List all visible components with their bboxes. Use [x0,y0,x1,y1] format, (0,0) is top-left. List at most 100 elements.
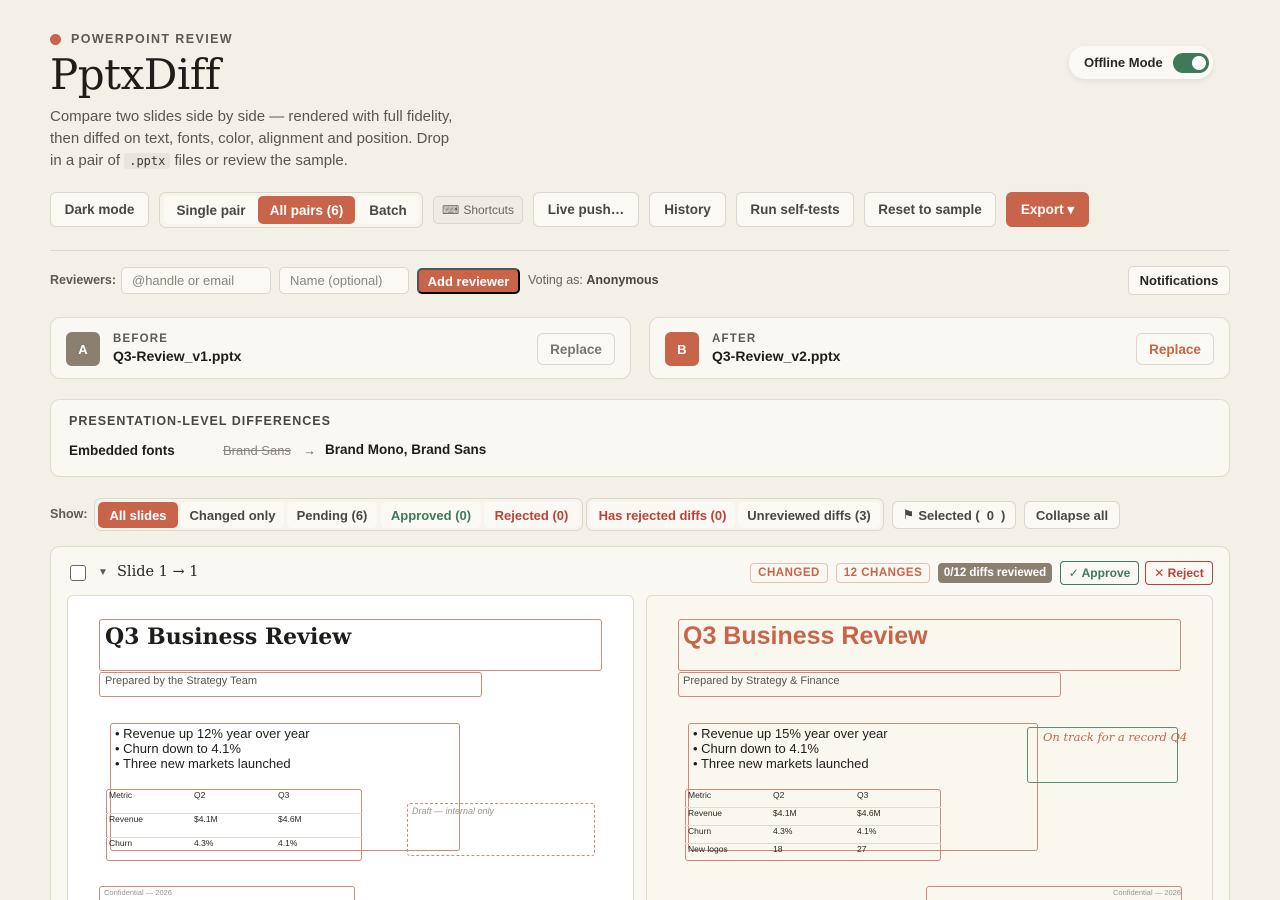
selected-button[interactable]: ⚑ Selected ( 0 ) [892,501,1016,529]
table-cell: Revenue [688,808,723,818]
diff-arrow-icon: → [303,443,316,458]
approve-button[interactable]: ✓ Approve [1060,561,1139,585]
table-cell: $4.1M [194,814,218,824]
toggle-switch-icon[interactable] [1172,52,1209,73]
keyboard-icon: ⌨ [441,203,460,217]
all-pairs-tab[interactable]: All pairs (6) [258,196,355,224]
selected-count: 0 [986,507,994,523]
shortcuts-button[interactable]: ⌨ Shortcuts [433,196,523,224]
after-filename: Q3-Review_v2.pptx [712,348,841,364]
reviewer-handle-input[interactable]: @handle or email [121,267,271,294]
before-file-card: A BEFORE Q3-Review_v1.pptx Replace [50,317,631,379]
table-cell: New logos [688,844,728,854]
table-cell: Churn [109,838,133,848]
table-cell: Q2 [773,790,785,800]
callout-text: On track for a record Q4 [1043,730,1188,744]
diff-new-value: Brand Mono, Brand Sans [325,442,487,457]
diff-old-value: Brand Sans [223,443,291,458]
table-box [106,789,362,861]
bullet-item: Revenue up 15% year over year [693,726,887,741]
bullet-list: Revenue up 15% year over year Churn down… [693,726,888,771]
after-replace-button[interactable]: Replace [1136,333,1214,365]
filter-changed-only[interactable]: Changed only [181,502,284,528]
show-label: Show: [50,507,88,521]
reviewed-progress-tag: 0/12 diffs reviewed [938,563,1052,583]
bullet-list: Revenue up 12% year over year Churn down… [115,726,310,771]
presentation-heading: PRESENTATION-LEVEL DIFFERENCES [69,414,331,428]
changed-tag: CHANGED [750,563,828,583]
table-cell: 4.1% [278,838,298,848]
before-filename: Q3-Review_v1.pptx [113,348,242,364]
table-divider [106,837,362,838]
slide-subtitle: Prepared by Strategy & Finance [683,675,840,687]
add-reviewer-button[interactable]: Add reviewer [417,268,520,294]
slide-title: Slide 1 → 1 [117,564,199,580]
table-divider [685,807,941,808]
table-cell: Q3 [278,790,290,800]
collapse-caret-icon[interactable]: ▼ [98,567,108,578]
reviewers-label: Reviewers: [50,273,117,287]
before-replace-button[interactable]: Replace [537,333,615,365]
slide-footer: Confidential — 2026 [104,888,172,897]
table-cell: 4.3% [773,826,793,836]
table-cell: $4.1M [773,808,797,818]
voting-prefix: Voting as: [528,273,583,287]
bullet-item: Revenue up 12% year over year [115,726,309,741]
single-pair-tab[interactable]: Single pair [164,196,258,224]
eyebrow: POWERPOINT REVIEW [50,32,233,46]
table-cell: Q3 [857,790,869,800]
table-cell: 18 [773,844,783,854]
filter-all-slides[interactable]: All slides [98,502,178,528]
table-cell: Churn [688,826,712,836]
table-cell: 4.3% [194,838,214,848]
table-divider [106,813,362,814]
brand-dot-icon [50,33,61,45]
table-divider [685,825,941,826]
table-cell: 4.1% [857,826,877,836]
table-cell: Metric [109,790,133,800]
before-label: BEFORE [113,333,169,345]
notifications-button[interactable]: Notifications [1128,266,1230,295]
batch-tab[interactable]: Batch [357,196,419,224]
dark-mode-button[interactable]: Dark mode [50,192,149,227]
bullet-item: Churn down to 4.1% [693,741,888,756]
status-filter-group: All slides Changed only Pending (6) Appr… [94,498,583,531]
slide-select-checkbox[interactable] [70,565,86,581]
app-title: PptxDiff [50,50,220,99]
voting-name: Anonymous [586,273,659,287]
selected-pre: Selected ( [918,507,980,523]
filter-has-rejected[interactable]: Has rejected diffs (0) [590,502,735,528]
after-slide-canvas[interactable]: Q3 Business Review Prepared by Strategy … [646,595,1213,900]
subtitle-text-end: files or review the sample. [174,152,348,169]
offline-mode-toggle[interactable]: Offline Mode [1069,46,1213,79]
filter-pending[interactable]: Pending (6) [287,502,377,528]
live-push-button[interactable]: Live push… [533,192,639,227]
table-cell: $4.6M [278,814,302,824]
table-cell: Revenue [109,814,144,824]
before-slide-canvas[interactable]: Q3 Business Review Prepared by the Strat… [67,595,634,900]
before-badge: A [66,332,100,366]
collapse-all-button[interactable]: Collapse all [1024,501,1120,529]
shortcuts-label: Shortcuts [463,203,515,217]
table-cell: 27 [857,844,867,854]
slide-heading: Q3 Business Review [683,622,928,650]
draft-note: Draft — internal only [412,806,495,816]
slide-heading: Q3 Business Review [105,624,352,650]
table-cell: Metric [688,790,712,800]
reject-button[interactable]: ✕ Reject [1145,561,1213,585]
reset-sample-button[interactable]: Reset to sample [864,192,996,227]
history-button[interactable]: History [649,192,726,227]
after-badge: B [665,332,699,366]
presentation-differences: PRESENTATION-LEVEL DIFFERENCES Embedded … [50,399,1230,477]
filter-rejected[interactable]: Rejected (0) [484,502,579,528]
changes-count-tag: 12 CHANGES [836,563,930,583]
export-button[interactable]: Export ▾ [1006,192,1089,227]
filter-approved[interactable]: Approved (0) [381,502,481,528]
after-file-card: B AFTER Q3-Review_v2.pptx Replace [649,317,1230,379]
table-cell: Q2 [194,790,206,800]
self-tests-button[interactable]: Run self-tests [736,192,854,227]
filter-unreviewed[interactable]: Unreviewed diffs (3) [738,502,880,528]
reviewer-name-input[interactable]: Name (optional) [279,267,409,294]
pptx-code: .pptx [124,153,171,169]
pair-mode-segmented: Single pair All pairs (6) Batch [159,192,423,228]
